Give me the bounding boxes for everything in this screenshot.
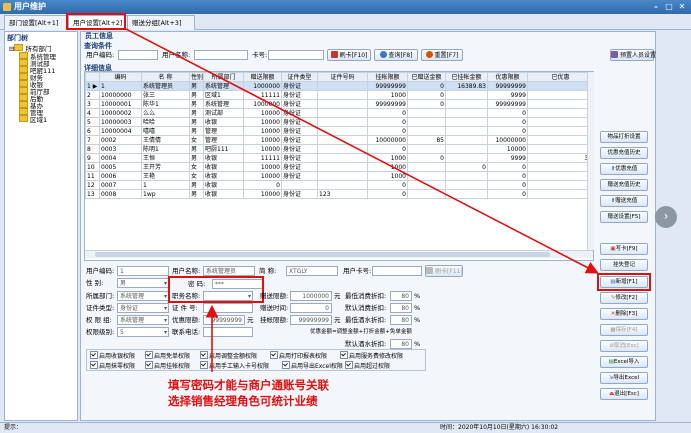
- arrow-to-add-button: [125, 28, 599, 274]
- annotation-arrows: [125, 28, 599, 372]
- status-time: 时间：2020年10月10日(星期六) 16:30:02: [440, 424, 559, 431]
- status-bar: 提示： 时间：2020年10月10日(星期六) 16:30:02: [0, 422, 691, 433]
- status-hint: 提示：: [4, 424, 23, 431]
